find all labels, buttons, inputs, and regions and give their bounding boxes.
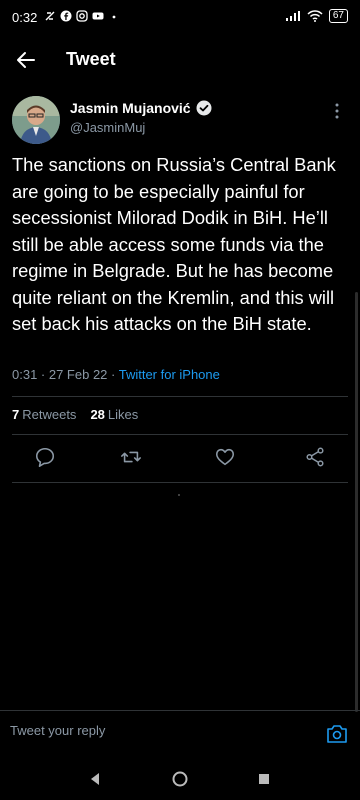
signal-icon	[285, 11, 300, 21]
reply-bar: Tweet your reply	[0, 710, 360, 759]
share-icon[interactable]	[304, 446, 326, 468]
loading-dot	[178, 494, 180, 496]
tweet-stats: 7 Retweets 28 Likes	[12, 407, 138, 422]
scrollbar[interactable]	[355, 292, 358, 712]
status-notification-icons	[44, 10, 120, 22]
youtube-icon	[92, 12, 104, 20]
wifi-icon	[307, 10, 323, 22]
system-nav-bar	[0, 760, 360, 800]
author-name-row[interactable]: Jasmin Mujanović	[70, 100, 212, 116]
battery-icon: 67	[328, 9, 348, 23]
tweet-actions	[0, 446, 360, 470]
nav-recents-icon[interactable]	[258, 773, 270, 785]
facebook-icon	[60, 10, 72, 22]
avatar[interactable]	[12, 96, 60, 144]
notification-icon	[45, 11, 55, 21]
nav-home-icon[interactable]	[172, 771, 188, 787]
divider	[12, 434, 348, 435]
status-bar: 0:32 67	[0, 0, 360, 36]
reply-icon[interactable]	[34, 446, 56, 468]
like-icon[interactable]	[214, 446, 236, 468]
divider	[12, 396, 348, 397]
instagram-icon	[76, 10, 88, 22]
back-arrow-icon[interactable]	[14, 48, 38, 72]
dot-icon	[112, 15, 116, 19]
status-time: 0:32	[12, 10, 38, 25]
tweet-timestamp: 0:31 · 27 Feb 22 ·	[12, 367, 119, 382]
retweet-icon[interactable]	[120, 446, 142, 468]
retweets-count-link[interactable]: 7 Retweets	[12, 407, 76, 422]
verified-badge-icon	[196, 100, 212, 116]
page-title: Tweet	[66, 49, 116, 69]
retweets-count: 7	[12, 407, 20, 422]
retweets-label: Retweets	[22, 407, 77, 422]
avatar-image	[12, 96, 60, 144]
status-right: 67	[285, 9, 348, 23]
tweet-source-link[interactable]: Twitter for iPhone	[119, 367, 220, 382]
camera-icon[interactable]	[326, 723, 348, 745]
more-options-icon[interactable]	[328, 102, 346, 120]
nav-back-icon[interactable]	[88, 772, 102, 786]
likes-count-link[interactable]: 28 Likes	[90, 407, 138, 422]
likes-label: Likes	[107, 407, 139, 422]
author-handle[interactable]: @JasminMuj	[70, 120, 145, 135]
likes-count: 28	[90, 407, 105, 422]
reply-input[interactable]: Tweet your reply	[10, 723, 310, 738]
tweet-meta: 0:31 · 27 Feb 22 · Twitter for iPhone	[12, 367, 220, 382]
author-name: Jasmin Mujanović	[70, 100, 191, 116]
tweet-text: The sanctions on Russia’s Central Bank a…	[12, 154, 336, 334]
header: Tweet	[0, 38, 360, 82]
divider	[12, 482, 348, 483]
